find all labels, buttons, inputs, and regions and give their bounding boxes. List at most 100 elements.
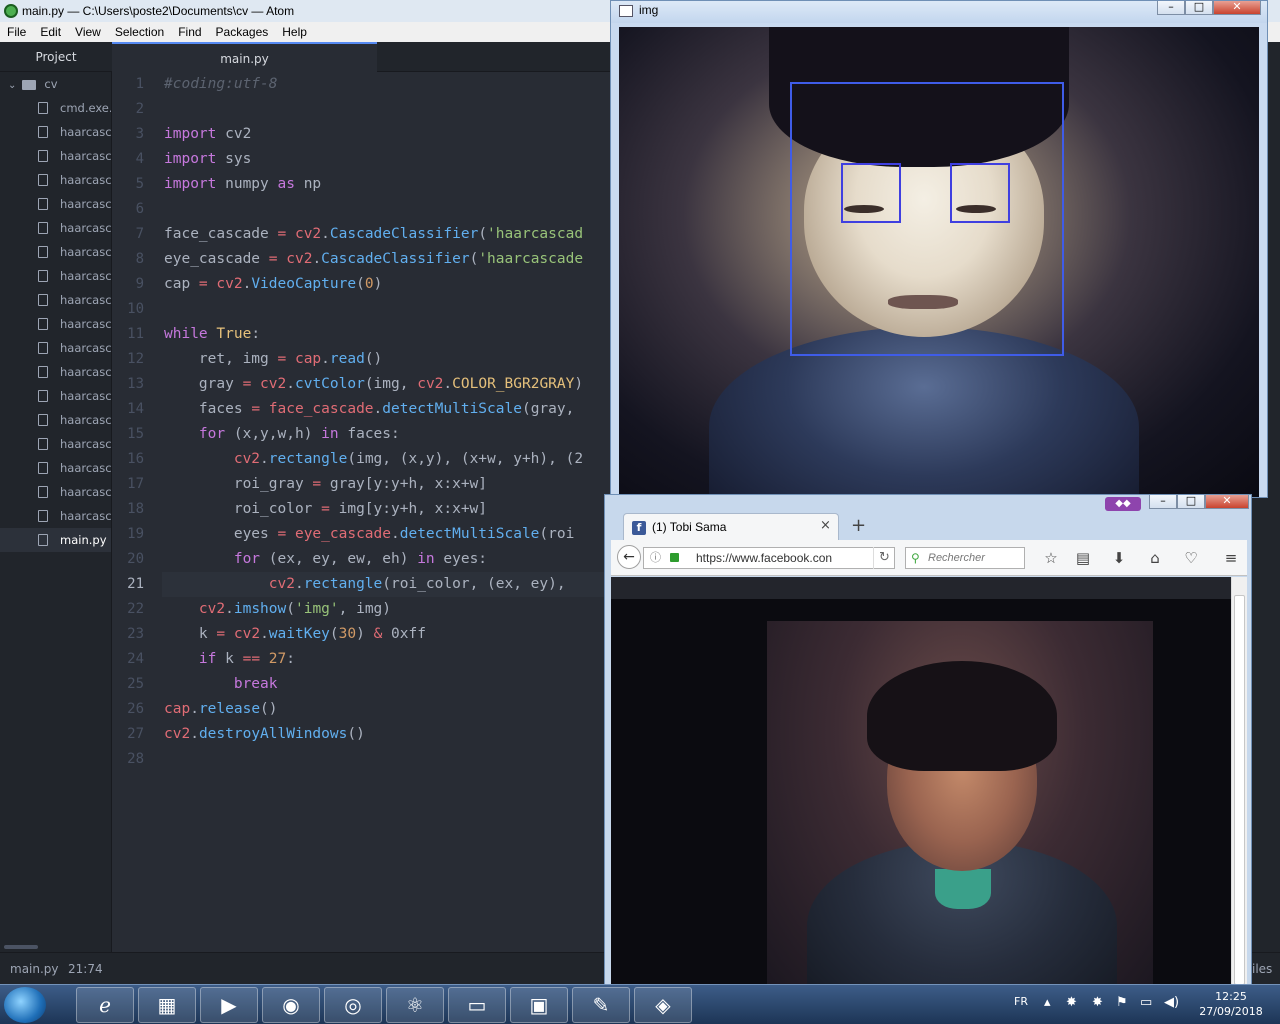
code-line[interactable]: gray = cv2.cvtColor(img, cv2.COLOR_BGR2G…: [164, 372, 610, 397]
code-line[interactable]: cv2.destroyAllWindows(): [164, 722, 610, 747]
code-line[interactable]: [164, 197, 610, 222]
code-line[interactable]: [164, 97, 610, 122]
taskbar-atom-icon[interactable]: ⚛: [386, 987, 444, 1023]
reload-button[interactable]: ↻: [873, 547, 895, 569]
url-bar[interactable]: ⓘ https://www.facebook.con: [643, 547, 895, 569]
taskbar-chrome-icon[interactable]: ◎: [324, 987, 382, 1023]
taskbar-internet-explorer-icon[interactable]: ℯ: [76, 987, 134, 1023]
show-hidden-icons-icon[interactable]: ▴: [1044, 995, 1051, 1010]
taskbar-media-player-icon[interactable]: ▶: [200, 987, 258, 1023]
tree-file-selected[interactable]: main.py: [0, 528, 111, 552]
tree-file[interactable]: haarcascade: [0, 456, 111, 480]
status-cursor-position[interactable]: 21:74: [68, 953, 103, 985]
code-line[interactable]: [164, 297, 610, 322]
menu-packages[interactable]: Packages: [209, 22, 276, 42]
minimize-button[interactable]: –: [1157, 1, 1185, 15]
tree-file[interactable]: haarcascade: [0, 312, 111, 336]
tree-file[interactable]: haarcascade: [0, 384, 111, 408]
minimize-button[interactable]: –: [1149, 495, 1177, 509]
code-line[interactable]: ret, img = cap.read(): [164, 347, 610, 372]
tree-file[interactable]: haarcascade: [0, 240, 111, 264]
language-indicator[interactable]: FR: [1014, 995, 1028, 1008]
tab-main-py[interactable]: main.py: [112, 42, 377, 72]
code-area[interactable]: #coding:utf-8 import cv2 import sys import …: [162, 72, 610, 952]
code-line[interactable]: roi_color = img[y:y+h, x:x+w]: [164, 497, 610, 522]
code-line[interactable]: cv2.rectangle(img, (x,y), (x+w, y+h), (2: [164, 447, 610, 472]
maximize-button[interactable]: □: [1185, 1, 1213, 15]
code-line[interactable]: import sys: [164, 147, 610, 172]
tree-file[interactable]: haarcascade: [0, 144, 111, 168]
code-line[interactable]: cv2.imshow('img', img): [164, 597, 610, 622]
code-line[interactable]: break: [164, 672, 610, 697]
code-line[interactable]: [164, 747, 610, 772]
code-line[interactable]: roi_gray = gray[y:y+h, x:x+w]: [164, 472, 610, 497]
code-line[interactable]: for (x,y,w,h) in faces:: [164, 422, 610, 447]
menu-selection[interactable]: Selection: [108, 22, 171, 42]
tree-file[interactable]: haarcascade: [0, 288, 111, 312]
back-button[interactable]: ←: [617, 545, 641, 569]
code-line[interactable]: for (ex, ey, ew, eh) in eyes:: [164, 547, 610, 572]
code-line[interactable]: k = cv2.waitKey(30) & 0xff: [164, 622, 610, 647]
menu-view[interactable]: View: [68, 22, 108, 42]
tree-file[interactable]: haarcascade: [0, 336, 111, 360]
taskbar-file-explorer-icon[interactable]: ▦: [138, 987, 196, 1023]
code-line[interactable]: cap = cv2.VideoCapture(0): [164, 272, 610, 297]
tree-file[interactable]: cmd.exe.lnk: [0, 96, 111, 120]
tree-file[interactable]: haarcascade: [0, 408, 111, 432]
tab-facebook[interactable]: f (1) Tobi Sama ×: [623, 513, 839, 541]
tree-file[interactable]: haarcascade: [0, 480, 111, 504]
tree-file[interactable]: haarcascade: [0, 432, 111, 456]
profile-photo[interactable]: [767, 621, 1153, 989]
code-line[interactable]: faces = face_cascade.detectMultiScale(gr…: [164, 397, 610, 422]
network-icon[interactable]: ▭: [1140, 995, 1152, 1010]
taskbar-paint-icon[interactable]: ✎: [572, 987, 630, 1023]
tree-file[interactable]: haarcascade: [0, 216, 111, 240]
tree-file[interactable]: haarcascade: [0, 504, 111, 528]
tree-file[interactable]: haarcascade: [0, 120, 111, 144]
pocket-icon[interactable]: ♡: [1181, 548, 1201, 568]
downloads-icon[interactable]: ⬇: [1109, 548, 1129, 568]
close-button[interactable]: ✕: [1213, 1, 1261, 15]
code-editor[interactable]: 1 2 3 4 5 6 7 8 9 10 11 12 13 14 15 16 17 18 19 20 21 22 23 24 2…: [112, 72, 610, 952]
project-panel-header[interactable]: Project: [0, 42, 112, 72]
taskbar-cmd-icon[interactable]: ▭: [448, 987, 506, 1023]
code-line[interactable]: if k == 27:: [164, 647, 610, 672]
volume-icon[interactable]: ◀): [1164, 995, 1179, 1010]
tree-folder-cv[interactable]: ⌄ cv: [0, 72, 111, 96]
bookmark-star-icon[interactable]: ☆: [1041, 548, 1061, 568]
code-line[interactable]: eyes = eye_cascade.detectMultiScale(roi: [164, 522, 610, 547]
status-right-text[interactable]: iles: [1252, 953, 1272, 985]
taskbar-python-icon[interactable]: ◈: [634, 987, 692, 1023]
action-center-flag-icon[interactable]: ⚑: [1116, 995, 1128, 1010]
tree-scrollbar[interactable]: [4, 945, 38, 949]
reading-list-icon[interactable]: ▤: [1073, 548, 1093, 568]
status-file-name[interactable]: main.py: [10, 953, 59, 985]
menu-edit[interactable]: Edit: [33, 22, 68, 42]
menu-help[interactable]: Help: [275, 22, 314, 42]
tree-file[interactable]: haarcascade: [0, 192, 111, 216]
code-line[interactable]: import numpy as np: [164, 172, 610, 197]
vertical-scrollbar[interactable]: [1231, 577, 1247, 989]
menu-file[interactable]: File: [0, 22, 33, 42]
code-line[interactable]: import cv2: [164, 122, 610, 147]
tray-app-icon[interactable]: ✸: [1066, 995, 1077, 1010]
firefox-titlebar[interactable]: ◆◆ – □ ✕: [605, 495, 1251, 511]
info-icon[interactable]: ⓘ: [650, 548, 661, 568]
code-line[interactable]: cap.release(): [164, 697, 610, 722]
maximize-button[interactable]: □: [1177, 495, 1205, 509]
search-input[interactable]: ⚲ Rechercher: [905, 547, 1025, 569]
menu-find[interactable]: Find: [171, 22, 208, 42]
code-line[interactable]: cv2.rectangle(roi_color, (ex, ey),: [162, 572, 610, 597]
code-line[interactable]: #coding:utf-8: [164, 72, 610, 97]
img-window-titlebar[interactable]: img – □ ✕: [611, 1, 1267, 23]
start-button[interactable]: [4, 987, 46, 1023]
code-line[interactable]: eye_cascade = cv2.CascadeClassifier('haa…: [164, 247, 610, 272]
taskbar-task-manager-icon[interactable]: ▣: [510, 987, 568, 1023]
tree-file[interactable]: haarcascade: [0, 168, 111, 192]
code-line[interactable]: while True:: [164, 322, 610, 347]
system-clock[interactable]: 12:25 27/09/2018: [1188, 989, 1274, 1019]
hamburger-menu-icon[interactable]: ≡: [1221, 548, 1241, 568]
close-button[interactable]: ✕: [1205, 495, 1249, 509]
taskbar-firefox-icon[interactable]: ◉: [262, 987, 320, 1023]
code-line[interactable]: face_cascade = cv2.CascadeClassifier('ha…: [164, 222, 610, 247]
